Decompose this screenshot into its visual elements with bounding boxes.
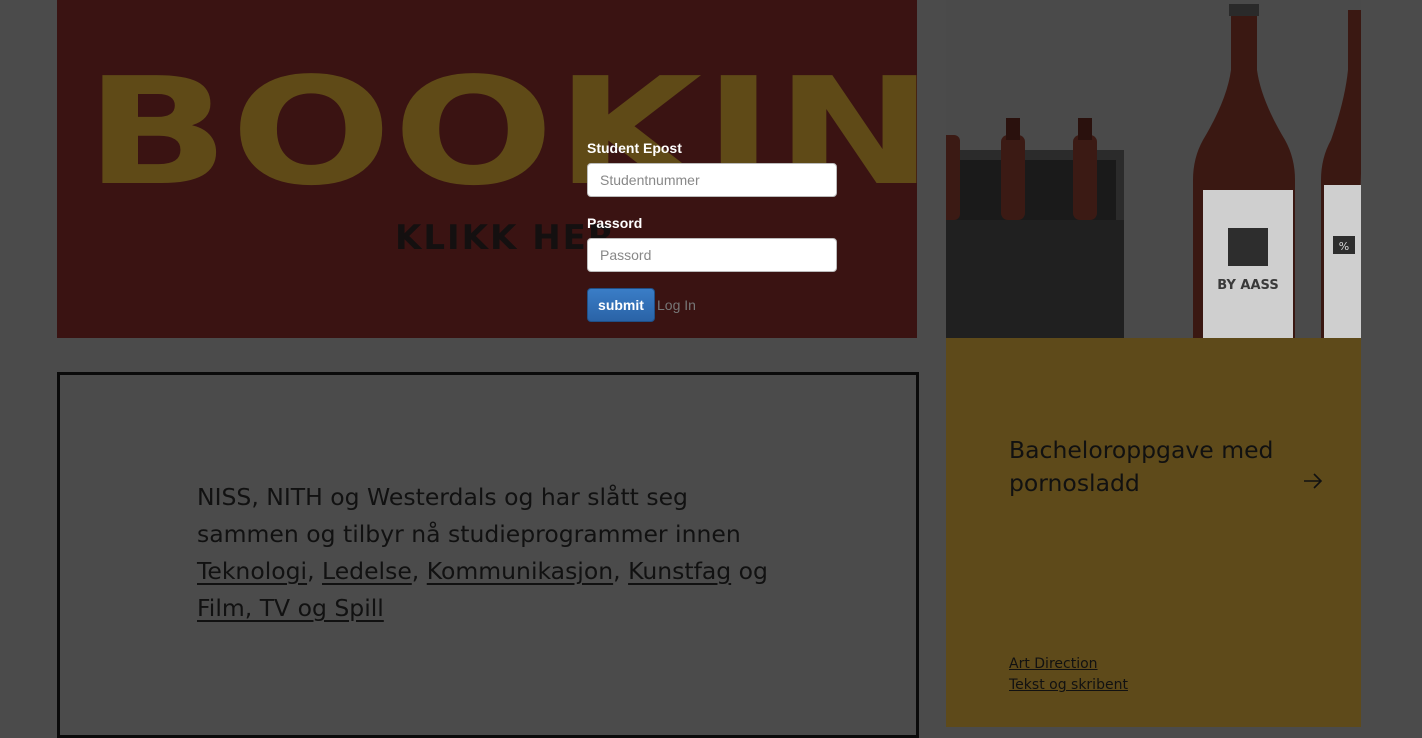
bottle-label: BY AASS (1217, 278, 1278, 293)
login-actions: submit Log In (587, 288, 847, 322)
case-tile[interactable]: Bacheloroppgave med pornosladd Art Direc… (946, 338, 1361, 727)
case-tags: Art Direction Tekst og skribent (1009, 654, 1128, 696)
bottle-badge: % (1339, 240, 1349, 253)
link-kommunikasjon[interactable]: Kommunikasjon (427, 557, 613, 585)
tag-tekst-og-skribent[interactable]: Tekst og skribent (1009, 675, 1128, 696)
email-label: Student Epost (587, 140, 682, 156)
tag-art-direction[interactable]: Art Direction (1009, 654, 1128, 675)
bottles-image[interactable]: BY AASS % (946, 0, 1361, 338)
password-field[interactable] (587, 238, 837, 272)
link-kunstfag[interactable]: Kunstfag (628, 557, 731, 585)
email-field[interactable] (587, 163, 837, 197)
case-title[interactable]: Bacheloroppgave med pornosladd (1009, 434, 1299, 500)
link-ledelse[interactable]: Ledelse (322, 557, 412, 585)
password-label: Passord (587, 215, 643, 231)
booking-subtitle: KLIKK HER (395, 218, 617, 258)
news-text: NISS, NITH og Westerdals og har slått se… (197, 483, 768, 622)
beer-bottles-illustration: BY AASS % (946, 0, 1361, 338)
news-intro: NISS, NITH og Westerdals og har slått se… (197, 483, 741, 548)
arrow-right-icon[interactable] (1302, 470, 1324, 492)
log-in-link[interactable]: Log In (657, 297, 696, 313)
news-tile: NISS, NITH og Westerdals og har slått se… (57, 372, 919, 738)
link-teknologi[interactable]: Teknologi (197, 557, 307, 585)
link-film-tv-spill[interactable]: Film, TV og Spill (197, 594, 384, 622)
submit-button[interactable]: submit (587, 288, 655, 322)
login-form: Student Epost Passord submit Log In (587, 140, 847, 322)
